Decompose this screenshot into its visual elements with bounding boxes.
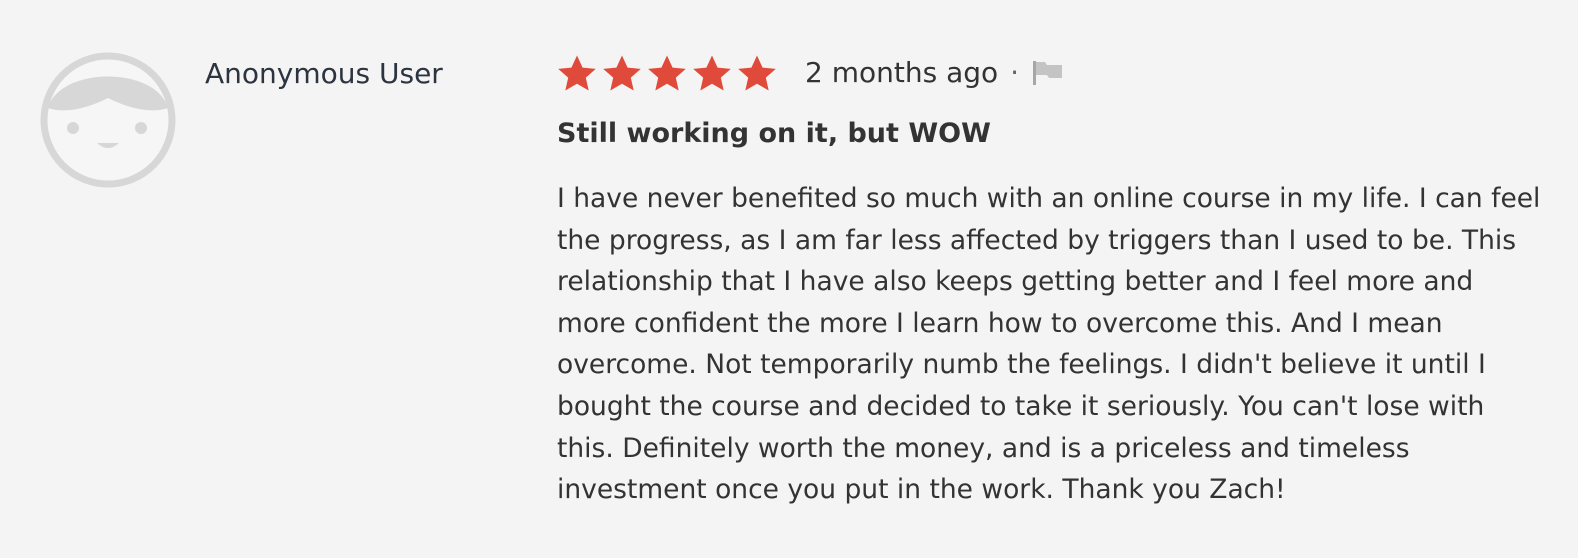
default-user-avatar-icon (40, 52, 176, 188)
review-meta: 2 months ago · (557, 50, 1547, 96)
flag-icon[interactable] (1031, 59, 1065, 87)
review-content: 2 months ago · Still working on it, but … (557, 50, 1547, 511)
star-icon (557, 54, 597, 92)
review-date: 2 months ago (805, 56, 999, 89)
star-icon (737, 54, 777, 92)
review-card: Anonymous User 2 months ago · Still work… (0, 0, 1578, 558)
star-rating (557, 54, 777, 92)
star-icon (602, 54, 642, 92)
review-body: I have never benefited so much with an o… (557, 183, 1541, 506)
meta-separator: · (1010, 56, 1020, 89)
review-author-name: Anonymous User (205, 57, 443, 90)
star-icon (692, 54, 732, 92)
star-icon (647, 54, 687, 92)
review-title: Still working on it, but WOW (557, 118, 991, 149)
